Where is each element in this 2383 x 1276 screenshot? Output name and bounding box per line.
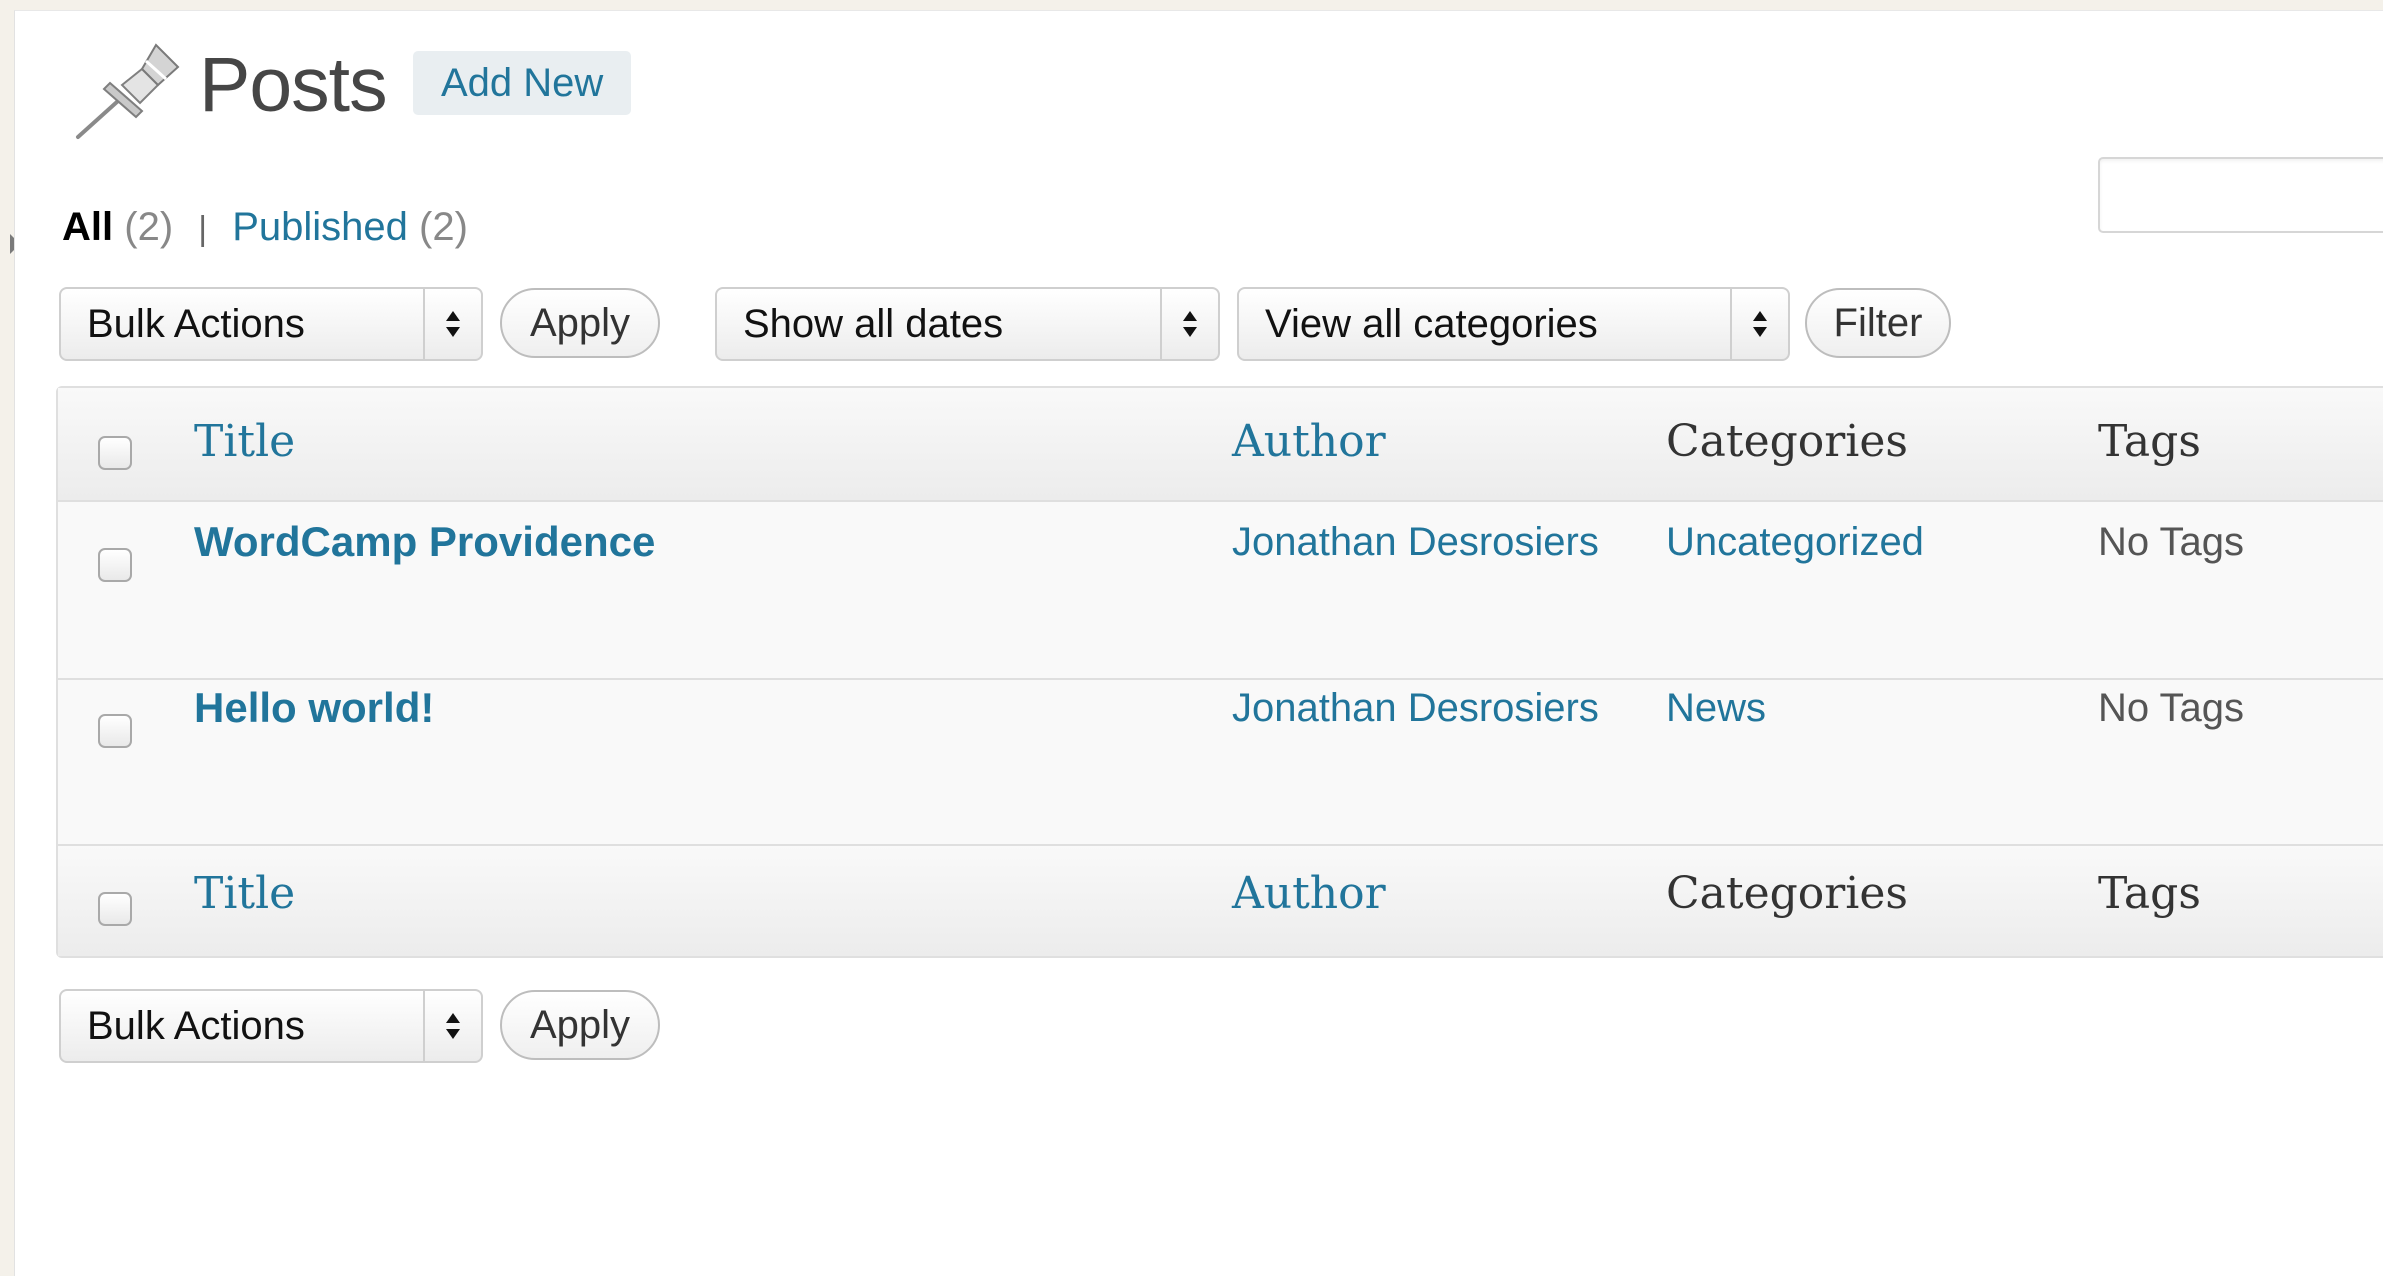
post-category-link[interactable]: Uncategorized [1666,520,1924,565]
view-all-link[interactable]: All [62,205,113,249]
pushpin-icon [60,29,190,149]
bulk-actions-label: Bulk Actions [87,1004,305,1048]
post-author-link[interactable]: Jonathan Desrosiers [1232,686,1599,731]
posts-table: Title Author Categories Tags WordCamp Pr… [56,386,2383,958]
posts-screen: Posts Add New All (2) | Published (2) Bu… [14,10,2383,1276]
bulk-actions-select-bottom[interactable]: Bulk Actions [59,989,483,1063]
post-tags: No Tags [2098,520,2245,564]
column-tags-header: Tags [2098,416,2201,467]
divider [58,678,2383,680]
bulk-actions-label: Bulk Actions [87,302,305,346]
apply-button-top[interactable]: Apply [500,288,660,358]
bulk-actions-select-top[interactable]: Bulk Actions [59,287,483,361]
select-arrows-icon [423,991,481,1061]
views-separator: | [198,210,208,248]
post-category-link[interactable]: News [1666,686,1766,731]
categories-select[interactable]: View all categories [1237,287,1790,361]
select-arrows-icon [423,289,481,359]
row-checkbox[interactable] [98,548,132,582]
view-all-count: (2) [124,205,174,249]
select-all-checkbox[interactable] [98,436,132,470]
select-arrows-icon [1730,289,1788,359]
column-tags-footer: Tags [2098,868,2201,919]
post-author-link[interactable]: Jonathan Desrosiers [1232,520,1599,565]
column-categories-header: Categories [1666,416,1908,467]
select-arrows-icon [1160,289,1218,359]
page-title: Posts [199,42,388,128]
view-published-count: (2) [419,205,468,249]
search-input[interactable] [2098,157,2383,233]
dates-label: Show all dates [743,302,1004,346]
categories-label: View all categories [1265,302,1598,346]
dates-select[interactable]: Show all dates [715,287,1220,361]
table-footer [58,846,2383,956]
column-categories-footer: Categories [1666,868,1908,919]
column-author-header[interactable]: Author [1232,416,1386,467]
post-title-link[interactable]: WordCamp Providence [194,518,655,566]
filter-button[interactable]: Filter [1805,288,1951,358]
add-new-button[interactable]: Add New [413,51,632,115]
post-status-views: All (2) | Published (2) [62,205,468,250]
post-tags: No Tags [2098,686,2245,730]
column-title-header[interactable]: Title [194,416,295,467]
post-title-link[interactable]: Hello world! [194,684,434,732]
column-author-footer[interactable]: Author [1232,868,1386,919]
column-title-footer[interactable]: Title [194,868,295,919]
view-published-link[interactable]: Published [232,205,408,249]
apply-button-bottom[interactable]: Apply [500,990,660,1060]
table-header [58,388,2383,500]
select-all-checkbox-footer[interactable] [98,892,132,926]
divider [58,500,2383,502]
row-checkbox[interactable] [98,714,132,748]
